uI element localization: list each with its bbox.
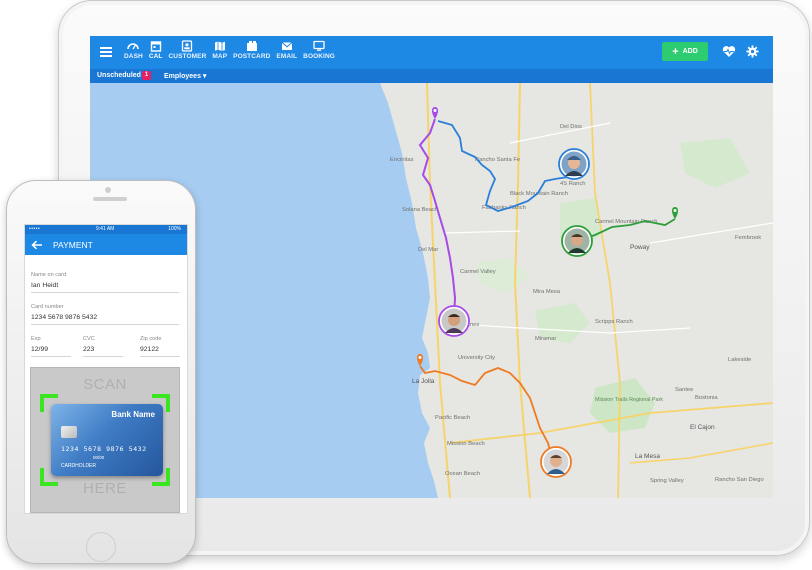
nav-dash-label: DASH <box>124 53 143 60</box>
technician-avatar[interactable] <box>540 446 572 478</box>
place-label: Pacific Beach <box>435 415 470 421</box>
credit-card-preview: Bank Name 1234 5678 9876 5432 00/00 CARD… <box>51 404 163 476</box>
postcard-icon <box>246 41 257 51</box>
page-title: PAYMENT <box>53 239 93 250</box>
nav-cal[interactable]: CAL <box>149 40 163 61</box>
card-bank-name: Bank Name <box>111 410 155 419</box>
employees-label: Employees <box>164 73 201 80</box>
cardholder-print: CARDHOLDER <box>61 463 97 469</box>
technician-avatar[interactable] <box>438 305 470 337</box>
add-label: ADD <box>682 48 698 55</box>
battery-level: 100% <box>168 226 181 232</box>
speaker-slot <box>93 197 127 201</box>
place-label: Mission Trails Regional Park <box>595 397 663 403</box>
nav-map[interactable]: MAP <box>212 40 227 61</box>
nav-booking-label: BOOKING <box>303 53 335 60</box>
unscheduled-link[interactable]: Unscheduled <box>97 72 141 79</box>
monitor-icon <box>313 40 325 51</box>
nav-email-label: EMAIL <box>276 53 298 60</box>
place-label: El Cajon <box>690 424 715 431</box>
exp-field[interactable]: 12/99 <box>31 346 71 357</box>
cvc-label: CVC <box>83 336 95 342</box>
scan-prompt-top: SCAN <box>83 376 127 393</box>
main-nav: DASH CAL CUSTOMER MAP POSTCARD EMAIL BOO… <box>124 40 341 61</box>
card-chip-icon <box>61 426 77 438</box>
place-label: Lakeside <box>728 357 751 363</box>
exp-label: Exp <box>31 336 41 342</box>
place-label: Solana Beach <box>402 207 438 213</box>
place-label: Santee <box>675 387 693 393</box>
place-label: Spring Valley <box>650 478 684 484</box>
nav-postcard-label: POSTCARD <box>233 53 271 60</box>
home-button[interactable] <box>86 532 116 562</box>
card-number-print: 1234 5678 9876 5432 <box>61 445 147 453</box>
nav-postcard[interactable]: POSTCARD <box>233 40 270 61</box>
calendar-icon <box>150 41 161 52</box>
speedometer-icon <box>127 43 140 50</box>
nav-customer[interactable]: CUSTOMER <box>169 40 207 61</box>
nav-dash[interactable]: DASH <box>124 40 143 61</box>
place-label: Scripps Ranch <box>595 319 633 325</box>
place-label: Encinitas <box>390 157 414 163</box>
place-label: Rancho San Diego <box>715 477 764 483</box>
technician-avatar[interactable] <box>558 148 590 180</box>
unscheduled-count-badge: 1 <box>142 71 151 80</box>
place-label: La Mesa <box>635 453 660 460</box>
camera-dot <box>105 187 111 193</box>
place-label: Ocean Beach <box>445 471 480 477</box>
plus-icon: + <box>672 45 679 58</box>
zip-field[interactable]: 92122 <box>140 346 180 357</box>
nav-email[interactable]: EMAIL <box>276 40 297 61</box>
hamburger-menu-icon[interactable] <box>100 47 112 57</box>
place-label: Fembrook <box>735 235 761 241</box>
envelope-icon <box>281 42 293 50</box>
nav-customer-label: CUSTOMER <box>168 53 207 60</box>
place-label: La Jolla <box>412 378 435 385</box>
name-label: Name on card <box>31 272 67 278</box>
employees-dropdown[interactable]: Employees ▾ <box>164 72 206 80</box>
status-time: 9:41 AM <box>96 226 115 232</box>
zip-label: Zip code <box>140 336 162 342</box>
phone-screen: ••••• 9:41 AM 100% PAYMENT Name on card … <box>24 224 188 514</box>
place-label: Poway <box>630 244 650 251</box>
place-label: Mira Mesa <box>533 289 561 295</box>
place-label: Del Mar <box>418 247 438 253</box>
nav-map-label: MAP <box>212 53 228 60</box>
heart-pulse-icon[interactable] <box>722 45 736 58</box>
technician-avatar[interactable] <box>561 225 593 257</box>
card-number-field[interactable]: 1234 5678 9876 5432 <box>31 314 179 325</box>
nav-cal-label: CAL <box>148 53 163 60</box>
contact-card-icon <box>182 40 193 52</box>
place-label: Mission Beach <box>447 441 485 447</box>
nav-booking[interactable]: BOOKING <box>303 40 335 61</box>
top-toolbar: DASH CAL CUSTOMER MAP POSTCARD EMAIL BOO… <box>90 36 773 69</box>
map-icon <box>214 41 225 51</box>
place-label: Carmel Valley <box>460 269 496 275</box>
card-number-label: Card number <box>31 304 64 310</box>
status-bar: ••••• 9:41 AM 100% <box>25 225 187 234</box>
place-label: Miramar <box>535 336 556 342</box>
add-button[interactable]: + ADD <box>662 42 708 61</box>
place-label: University City <box>458 355 495 361</box>
payment-header: PAYMENT <box>25 234 187 255</box>
cvc-field[interactable]: 223 <box>83 346 123 357</box>
gear-icon[interactable] <box>746 45 759 58</box>
signal-icon: ••••• <box>29 226 41 232</box>
name-field[interactable]: Ian Heidt <box>31 282 179 293</box>
place-label: Rancho Santa Fe <box>475 157 520 163</box>
back-arrow-icon[interactable] <box>31 240 43 250</box>
filter-bar: Unscheduled 1 Employees ▾ <box>90 69 773 83</box>
card-scan-area[interactable]: SCAN HERE Bank Name 1234 5678 9876 5432 … <box>30 367 180 513</box>
place-label: Bostonia <box>695 395 718 401</box>
card-expiry-print: 00/00 <box>93 455 105 460</box>
place-label: Del Dios <box>560 124 582 130</box>
place-label: 4S Ranch <box>560 181 585 187</box>
chevron-down-icon: ▾ <box>202 73 207 80</box>
